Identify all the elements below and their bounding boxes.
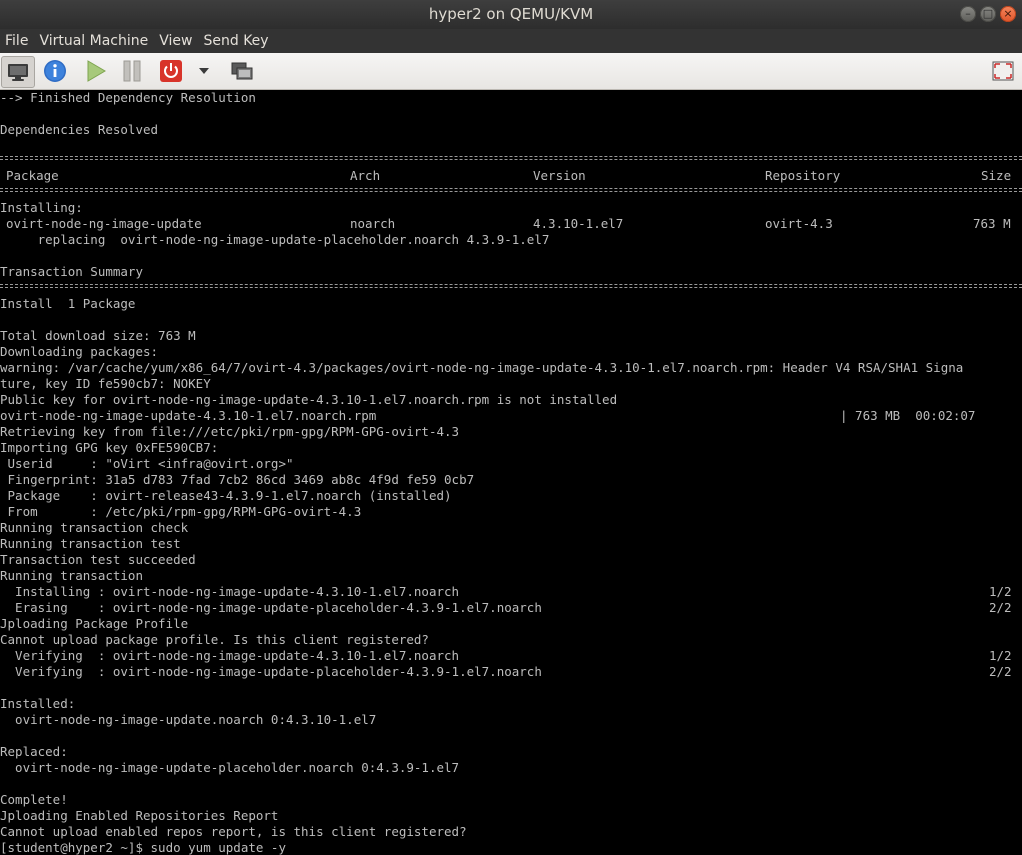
shell-prompt[interactable]: [student@hyper2 ~]$ sudo yum update -y xyxy=(0,840,286,855)
console-line: Install 1 Package xyxy=(0,296,136,311)
console-line: Fingerprint: 31a5 d783 7fad 7cb2 86cd 34… xyxy=(0,472,475,487)
console-line: Public key for ovirt-node-ng-image-updat… xyxy=(0,392,618,407)
console-line: Transaction Summary xyxy=(0,264,143,279)
download-file: ovirt-node-ng-image-update-4.3.10-1.el7.… xyxy=(0,408,377,423)
console-line: Dependencies Resolved xyxy=(0,122,159,137)
row-arch: noarch xyxy=(350,216,396,231)
download-stats: | 763 MB 00:02:07 xyxy=(840,408,976,423)
monitor-icon xyxy=(8,64,28,81)
table-header-row: Package Arch Version Repository Size xyxy=(0,168,1022,184)
separator xyxy=(0,188,1022,192)
row-repository: ovirt-4.3 xyxy=(765,216,833,231)
console-line: Installed: xyxy=(0,696,76,711)
row-version: 4.3.10-1.el7 xyxy=(533,216,624,231)
window-titlebar: hyper2 on QEMU/KVM – □ × xyxy=(0,0,1022,29)
column-version: Version xyxy=(533,168,586,183)
console-line: ovirt-node-ng-image-update-placeholder.n… xyxy=(0,760,460,775)
console-line: Running transaction test xyxy=(0,536,181,551)
transaction-step-line: Erasing : ovirt-node-ng-image-update-pla… xyxy=(0,600,1022,616)
toolbar xyxy=(0,53,1022,90)
console-line: ture, key ID fe590cb7: NOKEY xyxy=(0,376,211,391)
fullscreen-button[interactable] xyxy=(990,56,1016,86)
console-line: Cannot upload package profile. Is this c… xyxy=(0,632,429,647)
step-action: Verifying : ovirt-node-ng-image-update-p… xyxy=(0,664,542,679)
console-line: Transaction test succeeded xyxy=(0,552,196,567)
console-line: Jploading Enabled Repositories Report xyxy=(0,808,279,823)
console-line: warning: /var/cache/yum/x86_64/7/ovirt-4… xyxy=(0,360,964,375)
chevron-down-icon xyxy=(199,68,209,74)
console-line: Retrieving key from file:///etc/pki/rpm-… xyxy=(0,424,460,439)
window-controls: – □ × xyxy=(960,6,1016,22)
step-action: Erasing : ovirt-node-ng-image-update-pla… xyxy=(0,600,542,615)
vm-console[interactable]: --> Finished Dependency Resolution Depen… xyxy=(0,90,1022,855)
step-count: 2/2 xyxy=(989,600,1012,615)
console-line: Package : ovirt-release43-4.3.9-1.el7.no… xyxy=(0,488,452,503)
row-size: 763 M xyxy=(973,216,1011,231)
shutdown-button[interactable] xyxy=(158,56,184,86)
menu-view[interactable]: View xyxy=(154,29,198,53)
console-line: ovirt-node-ng-image-update.noarch 0:4.3.… xyxy=(0,712,377,727)
console-line: Cannot upload enabled repos report, is t… xyxy=(0,824,467,839)
step-count: 1/2 xyxy=(989,584,1012,599)
step-action: Installing : ovirt-node-ng-image-update-… xyxy=(0,584,460,599)
column-arch: Arch xyxy=(350,168,381,183)
menu-send-key[interactable]: Send Key xyxy=(198,29,274,53)
column-package: Package xyxy=(6,168,59,183)
console-line: replacing ovirt-node-ng-image-update-pla… xyxy=(0,232,550,247)
console-line: Installing: xyxy=(0,200,83,215)
menu-virtual-machine[interactable]: Virtual Machine xyxy=(34,29,154,53)
power-icon xyxy=(160,60,182,82)
download-progress-line: ovirt-node-ng-image-update-4.3.10-1.el7.… xyxy=(0,408,1022,424)
table-row: ovirt-node-ng-image-update noarch 4.3.10… xyxy=(0,216,1022,232)
snapshot-icon xyxy=(231,62,253,80)
fullscreen-icon xyxy=(992,61,1014,81)
console-line: From : /etc/pki/rpm-gpg/RPM-GPG-ovirt-4.… xyxy=(0,504,362,519)
console-line: Running transaction check xyxy=(0,520,189,535)
pause-icon xyxy=(123,60,141,82)
console-line: Total download size: 763 M xyxy=(0,328,196,343)
close-icon[interactable]: × xyxy=(1000,6,1016,22)
transaction-step-line: Verifying : ovirt-node-ng-image-update-p… xyxy=(0,664,1022,680)
run-button[interactable] xyxy=(82,56,110,86)
maximize-icon[interactable]: □ xyxy=(980,6,996,22)
console-line: Complete! xyxy=(0,792,68,807)
console-line: Jploading Package Profile xyxy=(0,616,189,631)
row-package: ovirt-node-ng-image-update xyxy=(6,216,202,231)
console-line: Userid : "oVirt <infra@ovirt.org>" xyxy=(0,456,294,471)
play-icon xyxy=(87,60,106,82)
step-count: 1/2 xyxy=(989,648,1012,663)
console-line: --> Finished Dependency Resolution xyxy=(0,90,256,105)
console-line: Importing GPG key 0xFE590CB7: xyxy=(0,440,219,455)
minimize-icon[interactable]: – xyxy=(960,6,976,22)
step-count: 2/2 xyxy=(989,664,1012,679)
info-icon xyxy=(44,60,66,82)
shutdown-menu-button[interactable] xyxy=(196,56,212,86)
step-action: Verifying : ovirt-node-ng-image-update-4… xyxy=(0,648,460,663)
console-line: Downloading packages: xyxy=(0,344,159,359)
console-line: Running transaction xyxy=(0,568,143,583)
pause-button[interactable] xyxy=(118,56,146,86)
menu-bar: File Virtual Machine View Send Key xyxy=(0,29,1022,53)
menu-file[interactable]: File xyxy=(0,29,34,53)
console-line: Replaced: xyxy=(0,744,68,759)
transaction-step-line: Installing : ovirt-node-ng-image-update-… xyxy=(0,584,1022,600)
separator xyxy=(0,156,1022,160)
console-view-button[interactable] xyxy=(1,56,35,88)
transaction-step-line: Verifying : ovirt-node-ng-image-update-4… xyxy=(0,648,1022,664)
column-repository: Repository xyxy=(765,168,841,183)
column-size: Size xyxy=(981,168,1012,183)
details-button[interactable] xyxy=(40,56,70,86)
window-title: hyper2 on QEMU/KVM xyxy=(428,5,594,23)
snapshots-button[interactable] xyxy=(228,56,256,86)
separator xyxy=(0,284,1022,288)
